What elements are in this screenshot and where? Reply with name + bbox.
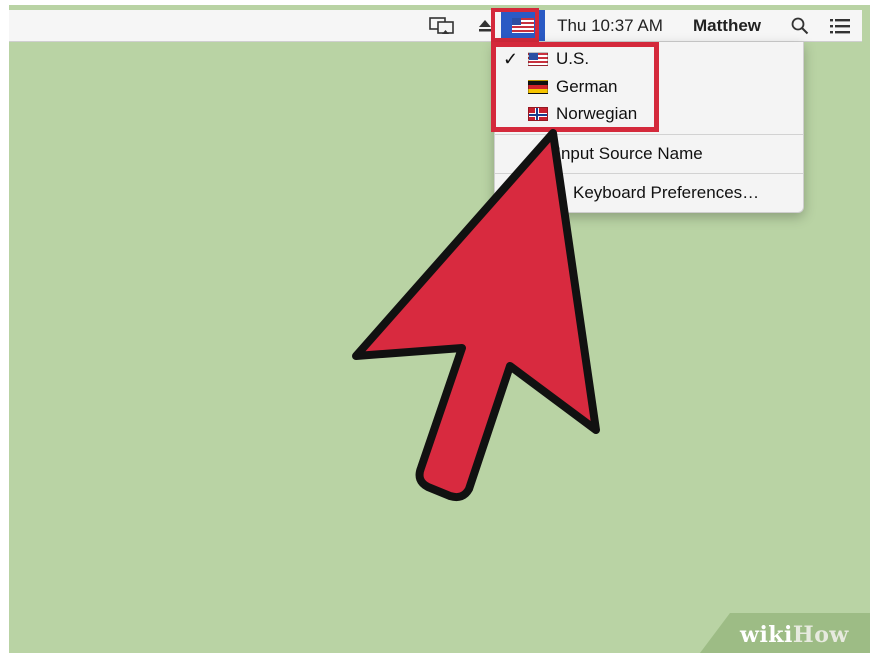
wikihow-watermark: wikiHow [740,622,849,648]
pointer-arrow-icon [352,129,600,502]
